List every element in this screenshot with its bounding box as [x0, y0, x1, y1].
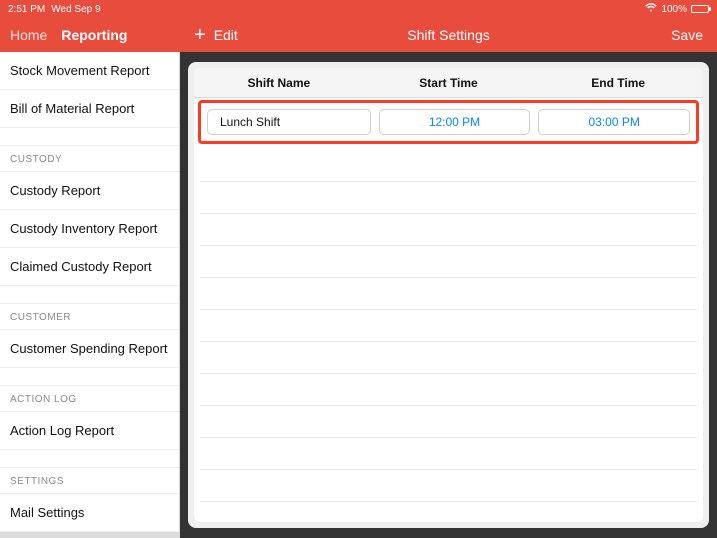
battery-icon: [691, 5, 709, 13]
sidebar[interactable]: Stock Movement ReportBill of Material Re…: [0, 52, 180, 538]
sidebar-section-header: CUSTOMER: [0, 304, 179, 330]
sidebar-section-header: ACTION LOG: [0, 386, 179, 412]
status-bar: 2:51 PM Wed Sep 9 100%: [0, 0, 717, 18]
shift-name-value: Lunch Shift: [220, 115, 280, 129]
col-start-time: Start Time: [364, 76, 534, 90]
wifi-icon: [645, 3, 657, 15]
home-link[interactable]: Home: [10, 27, 47, 43]
sidebar-item[interactable]: Stock Movement Report: [0, 52, 179, 90]
shift-table: Shift Name Start Time End Time Lunch Shi…: [194, 68, 703, 522]
start-time-value: 12:00 PM: [429, 115, 480, 129]
table-header: Shift Name Start Time End Time: [194, 68, 703, 98]
status-time: 2:51 PM: [8, 4, 45, 15]
shift-name-input[interactable]: Lunch Shift: [207, 109, 371, 135]
col-shift-name: Shift Name: [194, 76, 364, 90]
col-end-time: End Time: [533, 76, 703, 90]
sidebar-item[interactable]: Claimed Custody Report: [0, 248, 179, 286]
end-time-value: 03:00 PM: [588, 115, 639, 129]
topbar: Home Reporting + Edit Shift Settings Sav…: [0, 18, 717, 52]
sidebar-item[interactable]: Action Log Report: [0, 412, 179, 450]
shift-row-highlighted: Lunch Shift 12:00 PM 03:00 PM: [198, 100, 699, 144]
sidebar-item[interactable]: Bill of Material Report: [0, 90, 179, 128]
table-rule-lines: [200, 150, 697, 516]
page-title: Shift Settings: [407, 27, 490, 43]
topbar-left: Home Reporting: [0, 18, 180, 52]
start-time-input[interactable]: 12:00 PM: [379, 109, 531, 135]
panel: Shift Name Start Time End Time Lunch Shi…: [188, 62, 709, 528]
sidebar-item[interactable]: Mail Settings: [0, 494, 179, 532]
topbar-right: + Edit Shift Settings Save: [180, 18, 717, 52]
sidebar-item[interactable]: Custody Report: [0, 172, 179, 210]
sidebar-section-header: CUSTODY: [0, 146, 179, 172]
battery-percent: 100%: [661, 4, 687, 15]
save-button[interactable]: Save: [671, 27, 703, 43]
end-time-input[interactable]: 03:00 PM: [538, 109, 690, 135]
sidebar-item[interactable]: Custody Inventory Report: [0, 210, 179, 248]
sidebar-item[interactable]: Shift Settings: [0, 532, 179, 538]
main-area: Shift Name Start Time End Time Lunch Shi…: [180, 52, 717, 538]
edit-button[interactable]: Edit: [214, 27, 238, 43]
sidebar-item[interactable]: Customer Spending Report: [0, 330, 179, 368]
reporting-title: Reporting: [61, 27, 127, 43]
status-date: Wed Sep 9: [51, 4, 100, 15]
add-icon[interactable]: +: [194, 25, 206, 45]
sidebar-section-header: SETTINGS: [0, 468, 179, 494]
